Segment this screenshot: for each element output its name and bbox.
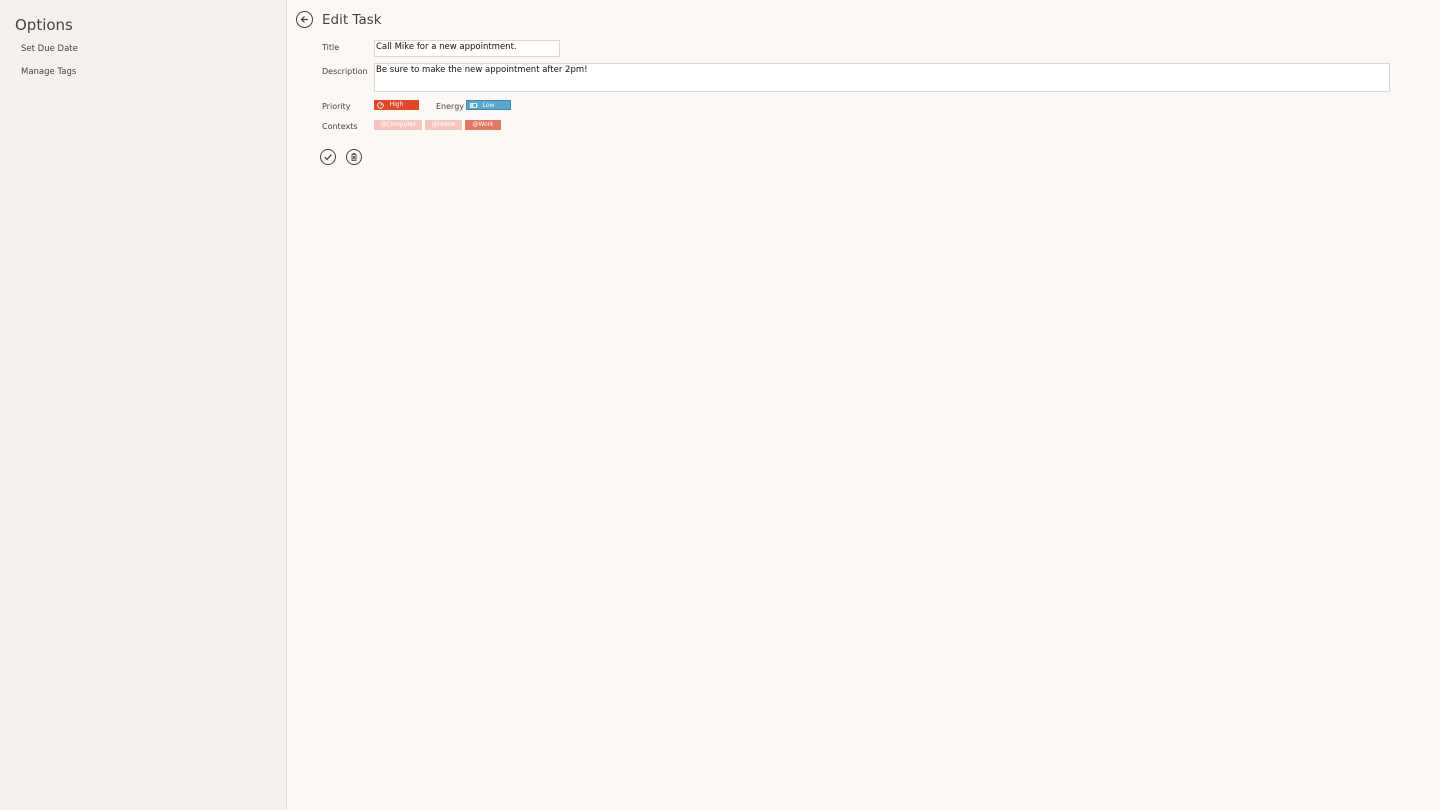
back-button[interactable] [296, 11, 313, 28]
energy-label: Energy [436, 102, 465, 111]
checkmark-icon [324, 154, 332, 161]
priority-high-button[interactable]: High [374, 100, 419, 110]
energy-low-button[interactable]: Low [466, 100, 511, 110]
edit-task-panel: Edit Task Title Call Mike for a new appo… [288, 0, 1440, 810]
page-title: Edit Task [322, 12, 382, 28]
title-label: Title [322, 43, 340, 52]
description-label: Description [322, 67, 368, 76]
sidebar-title: Options [15, 16, 73, 34]
description-field[interactable]: Be sure to make the new appointment afte… [374, 63, 1390, 92]
sidebar-item-manage-tags[interactable]: Manage Tags [21, 67, 76, 77]
context-home-tag[interactable]: @Home [425, 120, 462, 130]
context-computer-tag[interactable]: @Computer [374, 120, 422, 130]
save-button[interactable] [320, 149, 336, 165]
arrow-left-icon [300, 16, 308, 23]
trash-icon [351, 153, 357, 161]
contexts-label: Contexts [322, 122, 358, 131]
options-sidebar: Options Set Due Date Manage Tags [0, 0, 287, 810]
title-field[interactable]: Call Mike for a new appointment. [374, 40, 560, 57]
context-work-tag[interactable]: @Work [465, 120, 501, 130]
delete-button[interactable] [346, 149, 362, 165]
priority-label: Priority [322, 102, 351, 111]
sidebar-item-set-due-date[interactable]: Set Due Date [21, 44, 78, 54]
energy-value: Low [482, 102, 495, 109]
priority-value: High [389, 101, 404, 108]
